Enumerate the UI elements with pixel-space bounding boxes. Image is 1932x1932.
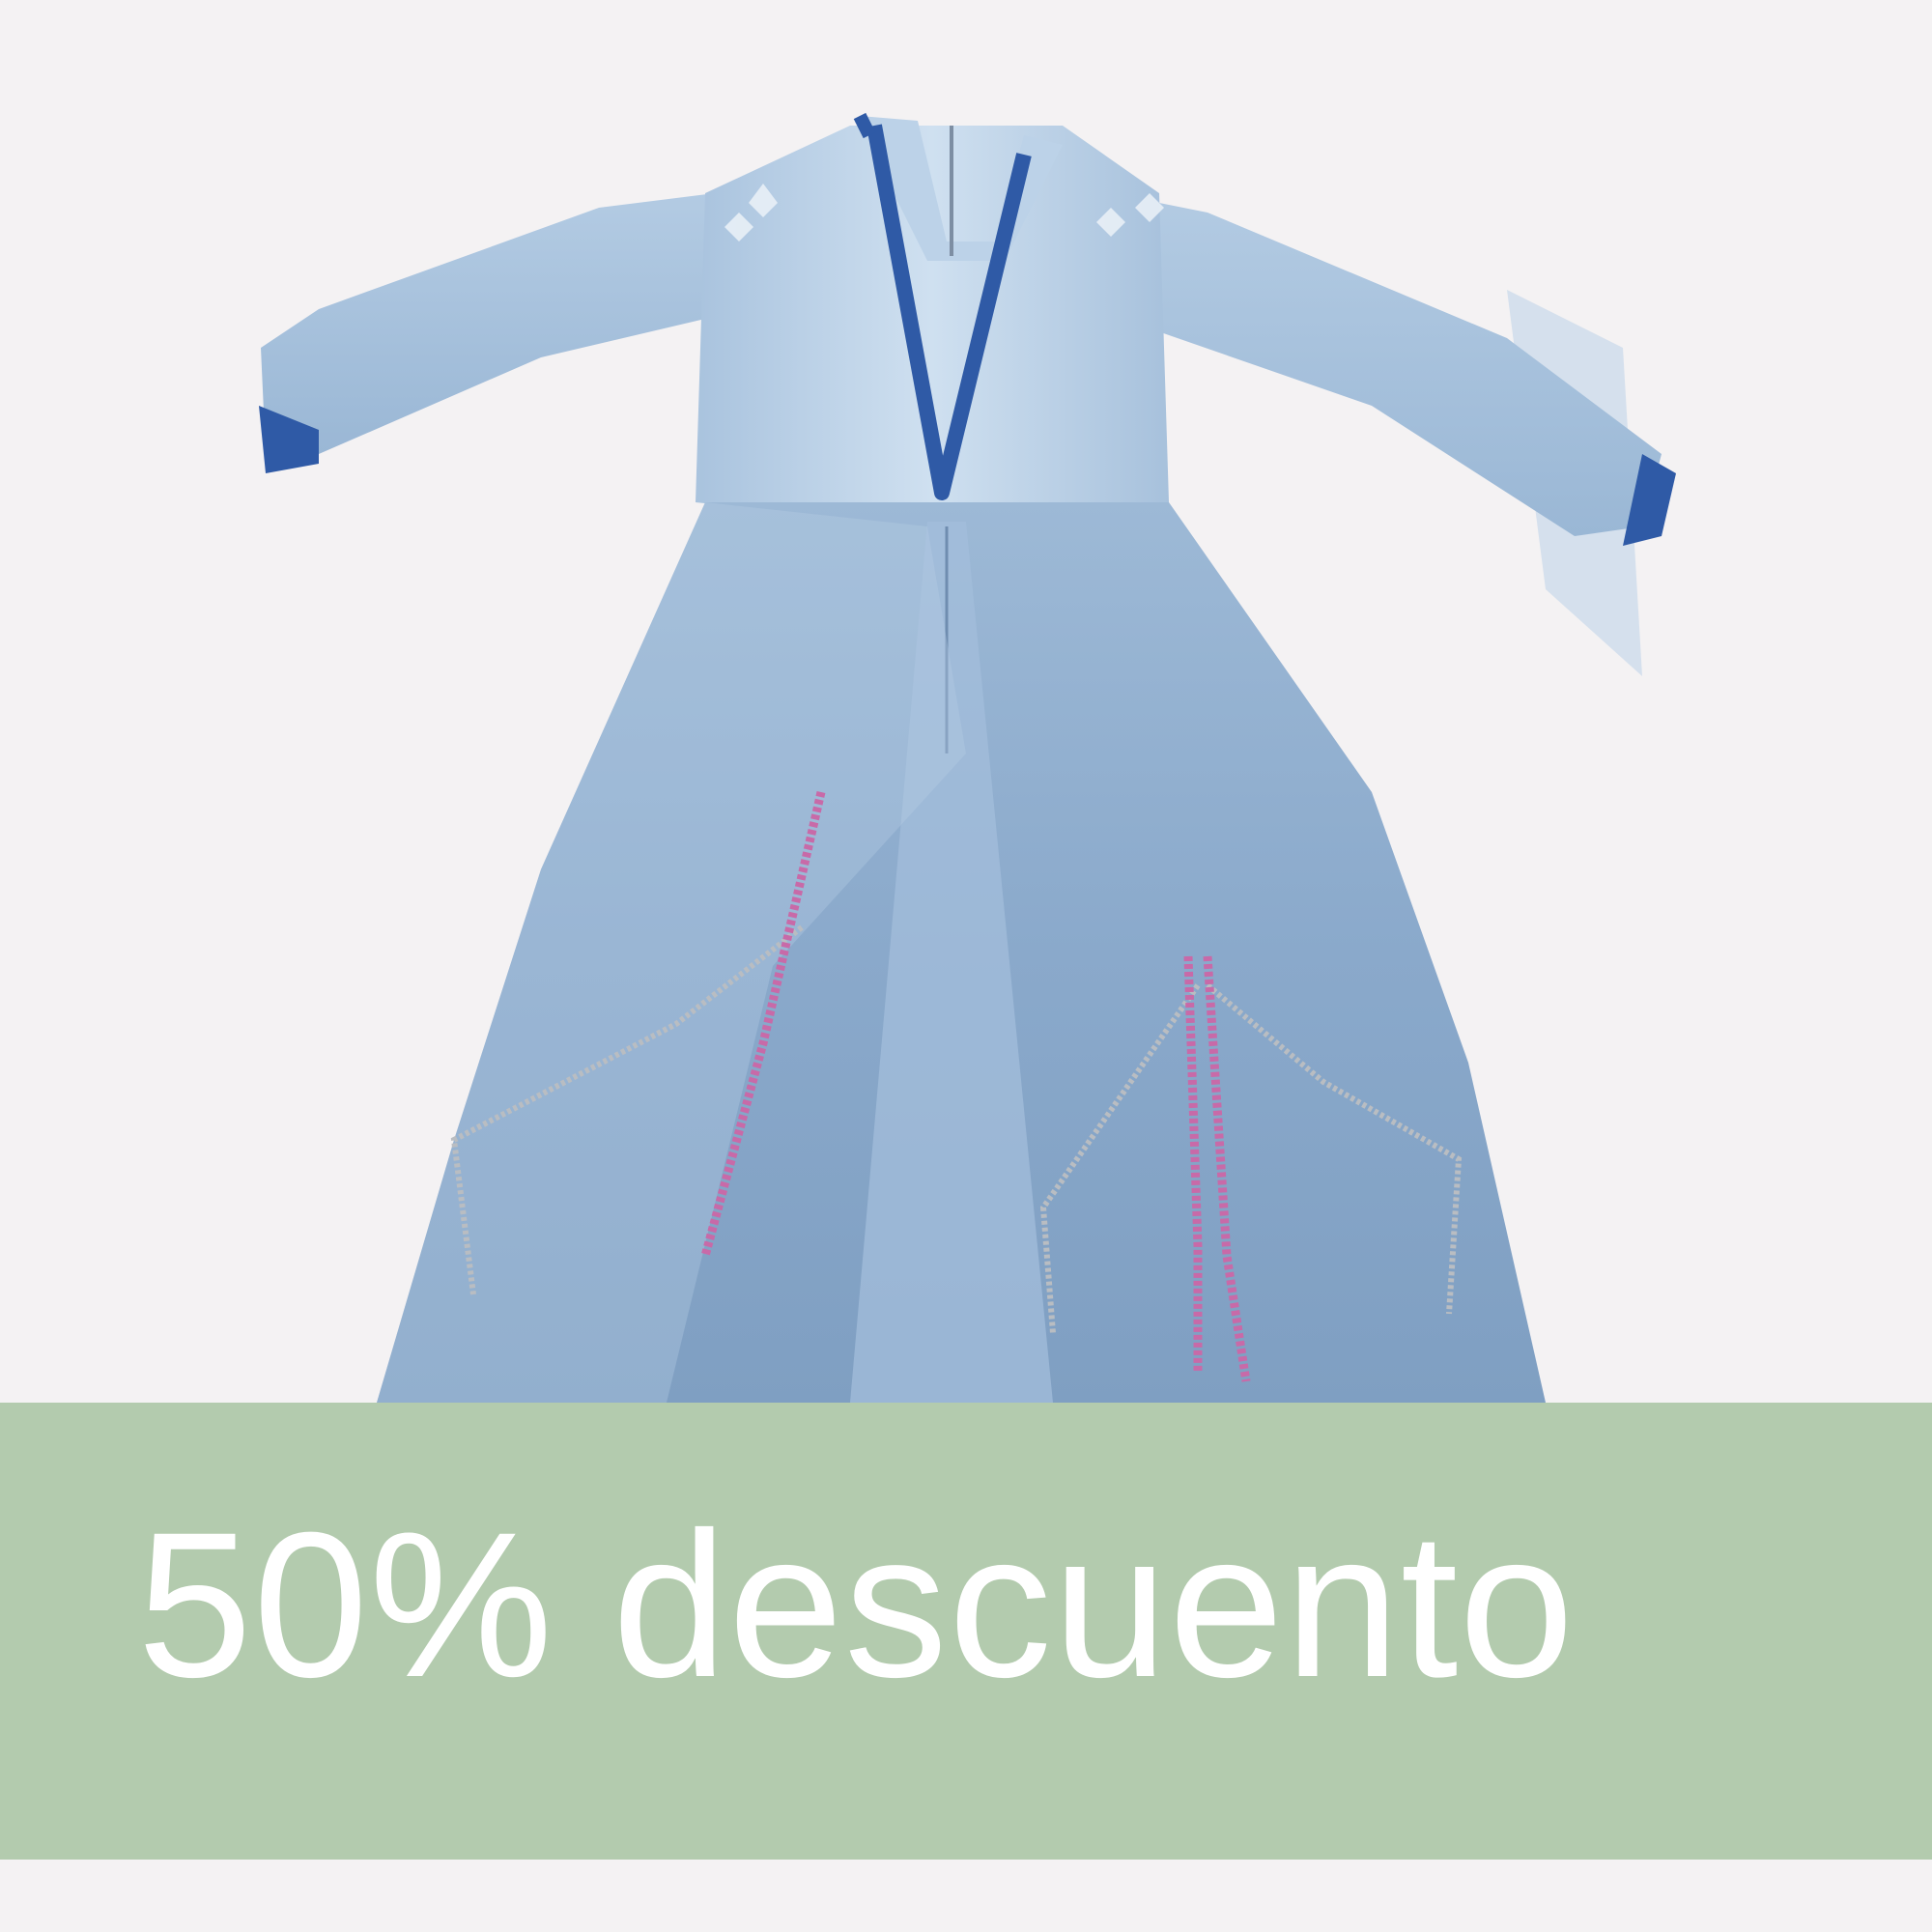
discount-label: 50% descuento <box>137 1490 1576 1720</box>
dress-image <box>259 112 1676 1403</box>
product-promo-canvas: 50% descuento <box>0 0 1932 1932</box>
left-sleeve <box>261 193 715 454</box>
